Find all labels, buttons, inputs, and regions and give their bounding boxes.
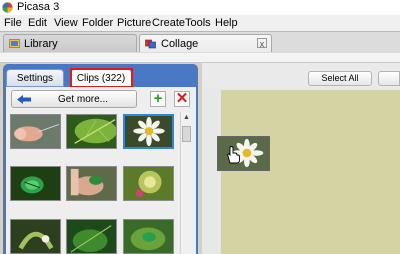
clips-tab-highlight bbox=[70, 68, 133, 88]
get-more-label: Get more... bbox=[58, 94, 109, 105]
clip-thumbnail-selected[interactable] bbox=[123, 114, 174, 149]
clip-thumbnail[interactable] bbox=[66, 219, 117, 254]
window-title: Picasa 3 bbox=[17, 1, 60, 13]
menu-file[interactable]: File bbox=[4, 16, 22, 30]
tab-settings[interactable]: Settings bbox=[6, 69, 64, 87]
tab-library-label: Library bbox=[24, 38, 58, 50]
title-bar: Picasa 3 bbox=[0, 0, 400, 15]
collage-canvas[interactable] bbox=[221, 90, 400, 254]
menu-view[interactable]: View bbox=[54, 16, 78, 30]
remove-clip-button[interactable]: ✕ bbox=[174, 91, 190, 107]
get-more-button[interactable]: Get more... bbox=[11, 90, 137, 108]
back-arrow-icon bbox=[17, 95, 31, 104]
clips-scrollbar[interactable]: ▲ bbox=[180, 112, 193, 254]
collage-icon bbox=[145, 39, 156, 49]
clip-thumbnail[interactable] bbox=[66, 166, 117, 201]
close-tab-icon[interactable]: x bbox=[257, 38, 267, 49]
clip-thumbnail[interactable] bbox=[10, 166, 61, 201]
clip-thumbnail[interactable] bbox=[10, 219, 61, 254]
menu-help[interactable]: Help bbox=[215, 16, 238, 30]
menu-folder[interactable]: Folder bbox=[82, 16, 113, 30]
menu-edit[interactable]: Edit bbox=[28, 16, 47, 30]
scroll-up-arrow-icon[interactable]: ▲ bbox=[181, 113, 192, 123]
tab-library[interactable]: Library bbox=[3, 34, 137, 52]
picasa-app-icon bbox=[2, 2, 13, 13]
clip-thumbnail[interactable] bbox=[123, 166, 174, 201]
tab-collage-label: Collage bbox=[161, 38, 199, 50]
clip-thumbnail[interactable] bbox=[10, 114, 61, 149]
add-clip-button[interactable]: + bbox=[150, 91, 166, 107]
tab-collage[interactable]: Collage x bbox=[139, 34, 272, 52]
dragged-clip[interactable] bbox=[217, 136, 270, 171]
menu-bar: File Edit View Folder Picture Create Too… bbox=[0, 15, 400, 31]
tab-content-border bbox=[0, 53, 400, 63]
menu-tools[interactable]: Tools bbox=[185, 16, 211, 30]
menu-create[interactable]: Create bbox=[152, 16, 185, 30]
library-icon bbox=[9, 39, 20, 48]
scrollbar-thumb[interactable] bbox=[182, 126, 191, 142]
clip-thumbnail[interactable] bbox=[66, 114, 117, 149]
menu-picture[interactable]: Picture bbox=[117, 16, 151, 30]
hand-cursor-icon bbox=[227, 146, 240, 164]
toolbar-button[interactable] bbox=[378, 71, 400, 86]
tab-strip: Library Collage x bbox=[0, 31, 400, 54]
clip-thumbnail[interactable] bbox=[123, 219, 174, 254]
select-all-button[interactable]: Select All bbox=[308, 71, 372, 86]
